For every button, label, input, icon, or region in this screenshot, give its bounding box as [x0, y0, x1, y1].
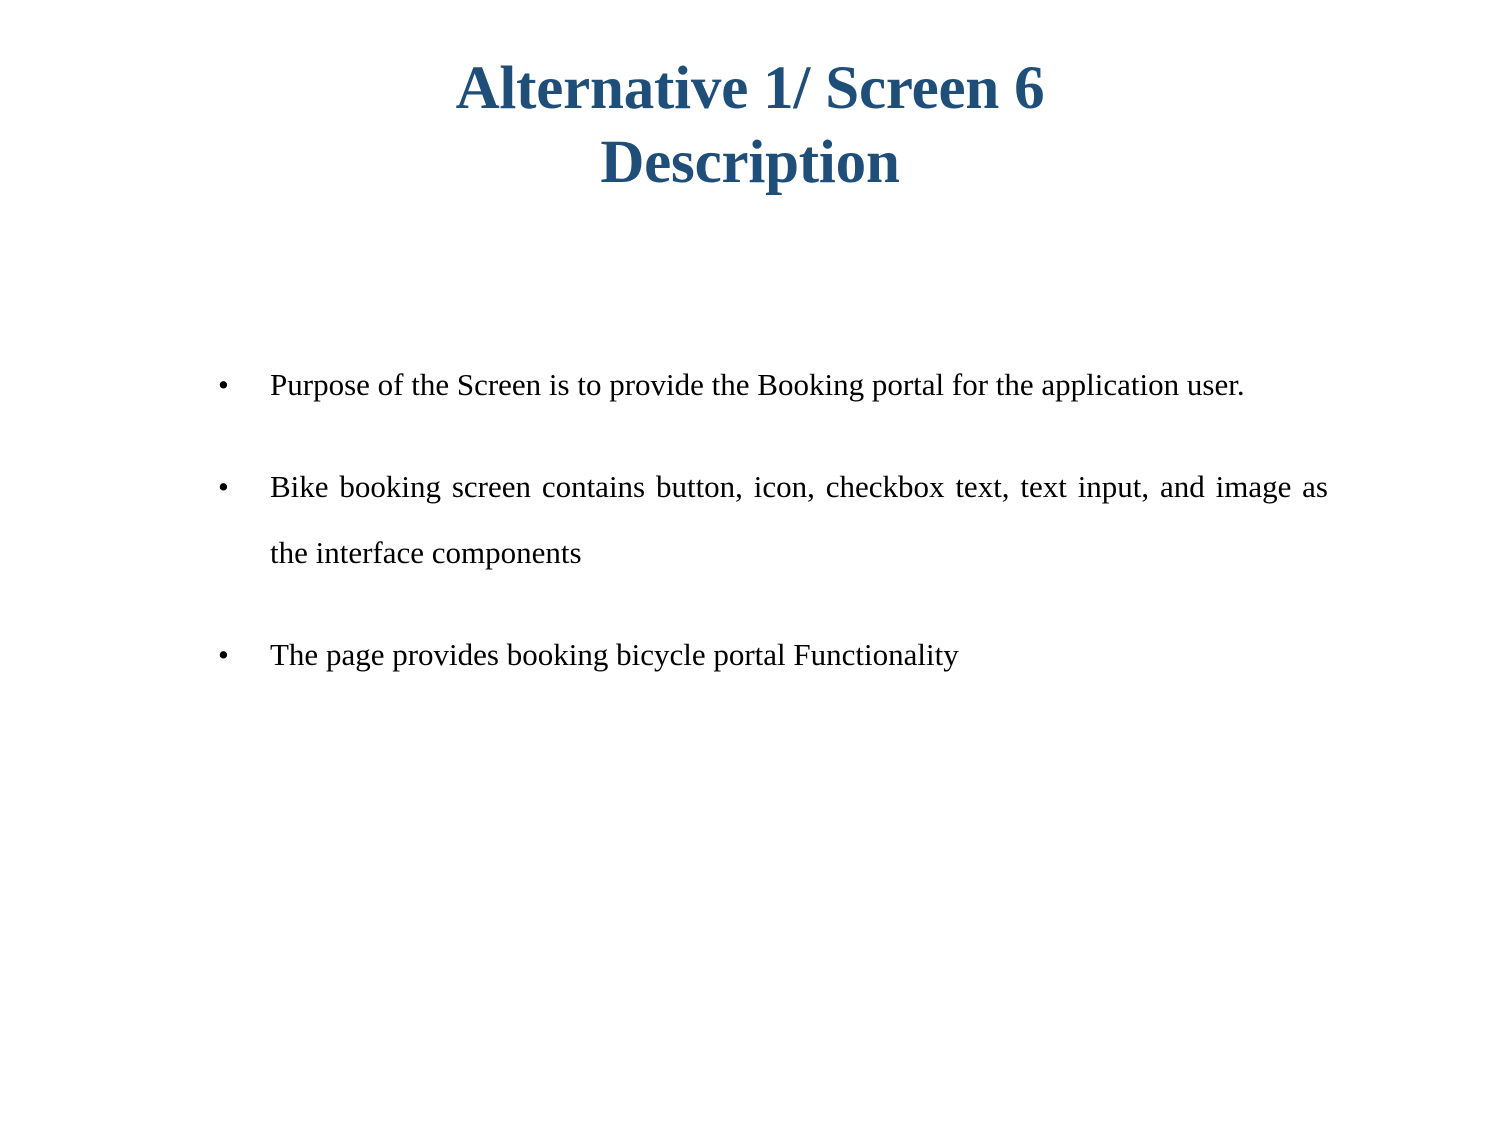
bullet-point-icon: • — [218, 637, 229, 672]
bullet-list-item-text: Purpose of the Screen is to provide the … — [270, 367, 1245, 402]
bullet-list-item: • Bike booking screen contains button, i… — [206, 454, 1328, 586]
slide-canvas: Alternative 1/ Screen 6 Description • Pu… — [0, 0, 1500, 1125]
slide-body-bullet-list: • Purpose of the Screen is to provide th… — [206, 352, 1328, 688]
slide-title-line-2: Description — [600, 129, 900, 196]
slide-title-line-1: Alternative 1/ Screen 6 — [455, 55, 1045, 122]
bullet-list-item-text: The page provides booking bicycle portal… — [270, 637, 959, 672]
bullet-list-item: • Purpose of the Screen is to provide th… — [206, 352, 1328, 418]
bullet-list-item-text: Bike booking screen contains button, ico… — [270, 469, 1328, 570]
bullet-point-icon: • — [218, 367, 229, 402]
bullet-list-item: • The page provides booking bicycle port… — [206, 622, 1328, 688]
bullet-point-icon: • — [218, 469, 229, 504]
slide-title: Alternative 1/ Screen 6 Description — [0, 52, 1500, 200]
